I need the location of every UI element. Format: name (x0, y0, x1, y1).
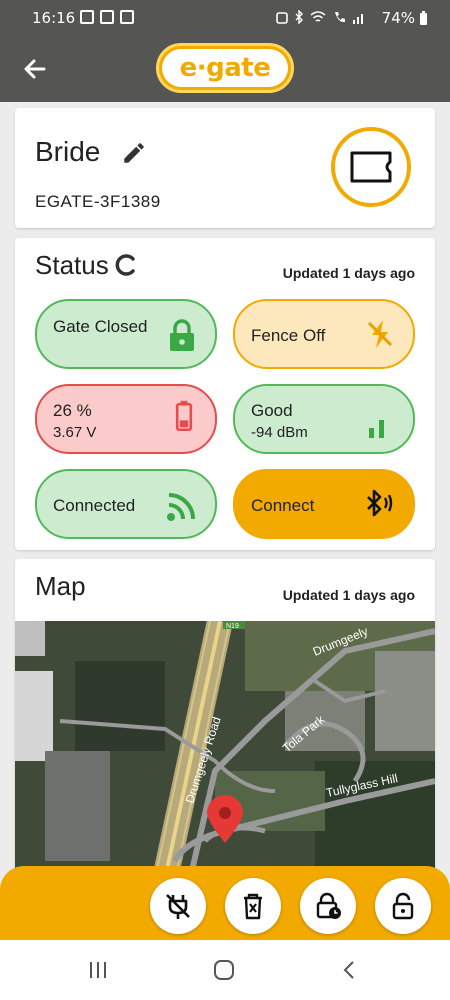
battery-status-pill[interactable]: 26 % 3.67 V (35, 384, 217, 454)
system-navigation-bar (0, 940, 450, 1000)
signal-quality-value: Good (251, 401, 293, 420)
egate-logo: e·gate (156, 43, 294, 93)
device-card: Bride EGATE-3F1389 (15, 108, 435, 228)
map-card: Map Updated 1 days ago Drumgeely Road To… (15, 559, 435, 879)
bluetooth-icon (295, 10, 303, 24)
logo-text: e·gate (162, 49, 288, 87)
status-title: Status (35, 250, 109, 280)
rss-feed-icon (167, 493, 195, 521)
lock-open-icon (392, 892, 414, 920)
wifi-icon (310, 11, 326, 22)
cell-signal-icon (353, 14, 363, 24)
ticket-icon (350, 151, 392, 183)
fence-status-pill[interactable]: Fence Off (233, 299, 415, 369)
map-title: Map (35, 571, 86, 601)
edit-pencil-icon[interactable] (121, 140, 147, 166)
satellite-map[interactable]: Drumgeely Road Tola Park Tullyglass Hill… (15, 621, 435, 879)
gallery-icon (80, 10, 94, 24)
signal-status-pill[interactable]: Good -94 dBm (233, 384, 415, 454)
battery-percent-value: 26 % (53, 401, 92, 420)
status-card: Status Updated 1 days ago Gate Closed Fe… (15, 238, 435, 550)
system-status-bar: 16:16 74% (0, 0, 450, 36)
back-arrow-icon[interactable] (20, 54, 50, 84)
connection-status-label: Connected (53, 496, 136, 515)
app-bar: e·gate (0, 36, 450, 102)
fence-status-label: Fence Off (251, 326, 326, 345)
connection-status-pill[interactable]: Connected (35, 469, 217, 539)
delete-bin-icon (244, 893, 262, 920)
call-icon (335, 12, 345, 23)
battery-icon (420, 11, 427, 25)
ticket-button[interactable] (331, 127, 411, 207)
unlock-button[interactable] (375, 878, 431, 934)
power-plug-off-icon (166, 894, 190, 919)
status-updated-text: Updated 1 days ago (282, 265, 415, 281)
gate-status-pill[interactable]: Gate Closed (35, 299, 217, 369)
recent-apps-icon[interactable] (86, 958, 110, 982)
screen-icon (100, 10, 114, 24)
home-icon[interactable] (212, 958, 236, 982)
timed-lock-button[interactable] (300, 878, 356, 934)
signal-strength-value: -94 dBm (251, 424, 308, 441)
battery-voltage-value: 3.67 V (53, 424, 97, 441)
battery-indicator: 74% (382, 9, 428, 27)
battery-low-icon (175, 400, 193, 432)
loading-spinner-icon (115, 254, 135, 276)
fence-power-off-button[interactable] (150, 878, 206, 934)
battery-percent: 74% (381, 9, 415, 27)
clock: 16:16 (32, 9, 76, 27)
back-nav-icon[interactable] (338, 958, 362, 982)
system-icons (276, 10, 366, 24)
map-road-shield: N19 (226, 623, 239, 630)
map-updated-text: Updated 1 days ago (282, 587, 415, 603)
mail-icon (120, 10, 134, 24)
bluetooth-searching-icon (367, 489, 393, 517)
bluetooth-connect-button[interactable]: Connect (233, 469, 415, 539)
gate-status-label: Gate Closed (53, 317, 148, 336)
device-name: Bride (35, 136, 101, 167)
bluetooth-connect-label: Connect (251, 496, 315, 515)
bottom-action-bar (0, 866, 450, 940)
notification-icons (80, 10, 134, 24)
lock-closed-icon (170, 319, 194, 351)
lock-clock-icon (316, 892, 341, 919)
delete-button[interactable] (225, 878, 281, 934)
signal-bars-icon (369, 420, 384, 438)
alarm-icon (276, 12, 288, 24)
device-id: EGATE-3F1389 (35, 192, 161, 211)
power-off-icon (367, 320, 393, 348)
